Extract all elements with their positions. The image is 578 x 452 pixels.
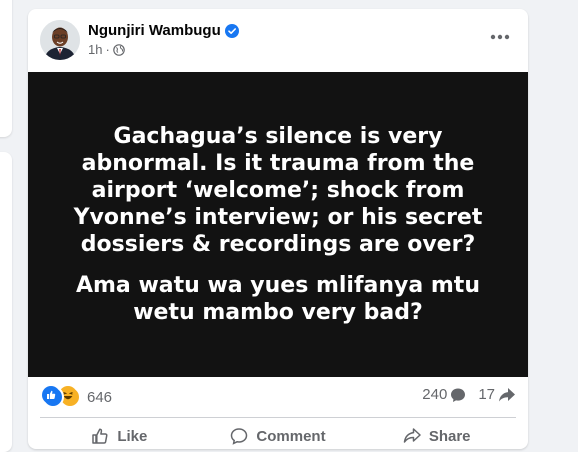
reactions-summary[interactable]: 646 <box>42 386 112 408</box>
like-thumb-icon <box>92 428 108 444</box>
post-text-paragraph-1: Gachagua’s silence is very abnormal. Is … <box>73 124 483 257</box>
sidebar-card <box>0 152 12 452</box>
post-actions-bar: Like Comment Share <box>40 421 516 449</box>
globe-icon <box>113 43 125 56</box>
share-button[interactable]: Share <box>357 421 516 449</box>
post-meta: 1h · <box>88 42 125 57</box>
comment-bubble-icon <box>451 388 466 402</box>
post-text-paragraph-2: Ama watu wa yues mlifanya mtu wetu mambo… <box>75 273 480 325</box>
comment-count: 240 <box>422 386 448 403</box>
reaction-count: 646 <box>87 388 113 406</box>
verified-badge-icon <box>224 23 239 38</box>
like-button[interactable]: Like <box>40 421 199 449</box>
meta-separator: · <box>105 42 110 57</box>
more-options-icon[interactable] <box>486 27 514 47</box>
avatar[interactable] <box>40 20 80 60</box>
share-count-stat[interactable]: 17 <box>478 386 516 403</box>
like-label: Like <box>117 427 148 445</box>
comment-icon <box>231 428 248 445</box>
share-count: 17 <box>478 386 495 403</box>
comment-button[interactable]: Comment <box>199 421 358 449</box>
share-label: Share <box>428 427 471 445</box>
post-card: Ngunjiri Wambugu 1h · Gachagua’s silence… <box>28 9 528 449</box>
like-reaction-icon <box>42 386 64 408</box>
comment-count-stat[interactable]: 240 <box>422 386 466 403</box>
post-time[interactable]: 1h <box>88 42 102 57</box>
actions-divider <box>40 417 516 418</box>
share-icon <box>403 428 421 443</box>
post-text-image[interactable]: Gachagua’s silence is very abnormal. Is … <box>28 72 528 377</box>
engagement-stats: 240 17 <box>422 386 516 403</box>
author-name[interactable]: Ngunjiri Wambugu <box>88 22 239 39</box>
previous-post-card <box>0 0 12 137</box>
author-name-text[interactable]: Ngunjiri Wambugu <box>88 22 221 39</box>
share-arrow-icon <box>499 387 515 401</box>
comment-label: Comment <box>256 427 326 445</box>
